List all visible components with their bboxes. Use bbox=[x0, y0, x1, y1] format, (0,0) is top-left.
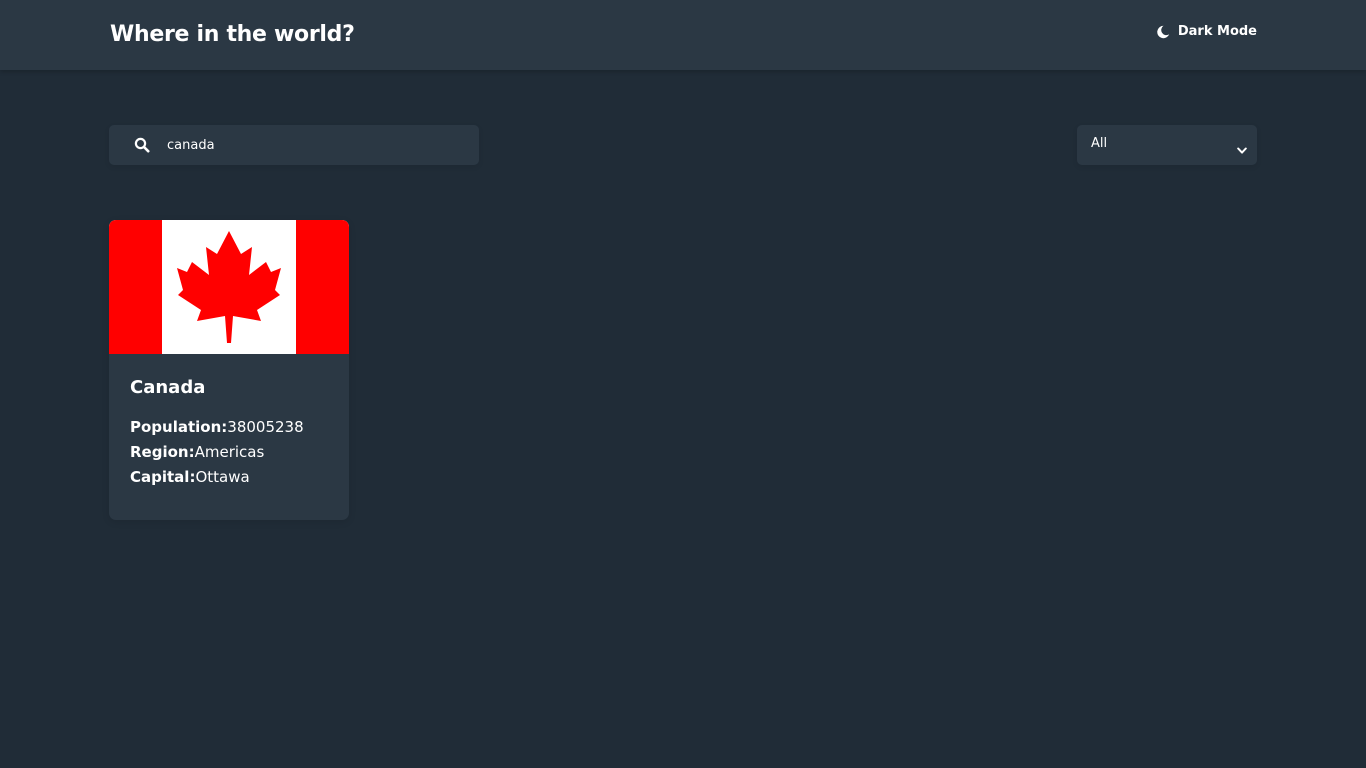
capital-label: Capital: bbox=[130, 468, 196, 486]
canada-flag-image bbox=[109, 220, 349, 354]
region-row: Region:Americas bbox=[130, 440, 304, 465]
population-value: 38005238 bbox=[227, 418, 304, 436]
dark-mode-label: Dark Mode bbox=[1177, 24, 1257, 39]
moon-icon bbox=[1156, 25, 1170, 39]
dark-mode-toggle[interactable]: Dark Mode bbox=[1156, 24, 1257, 39]
top-bar: Where in the world? Dark Mode bbox=[0, 0, 1366, 70]
region-filter-select[interactable]: All bbox=[1077, 125, 1257, 165]
country-card[interactable]: Canada Population:38005238 Region:Americ… bbox=[109, 220, 349, 520]
capital-row: Capital:Ottawa bbox=[130, 465, 304, 490]
region-label: Region: bbox=[130, 443, 195, 461]
country-details: Population:38005238 Region:Americas Capi… bbox=[130, 415, 304, 490]
population-label: Population: bbox=[130, 418, 228, 436]
region-filter-value: All bbox=[1091, 136, 1108, 151]
search-input[interactable] bbox=[167, 125, 467, 165]
population-row: Population:38005238 bbox=[130, 415, 304, 440]
search-box[interactable] bbox=[109, 125, 479, 165]
region-value: Americas bbox=[194, 443, 265, 461]
search-icon bbox=[134, 137, 150, 157]
chevron-down-icon bbox=[1237, 140, 1247, 159]
capital-value: Ottawa bbox=[195, 468, 250, 486]
app-title: Where in the world? bbox=[110, 22, 355, 47]
country-name: Canada bbox=[130, 377, 206, 398]
